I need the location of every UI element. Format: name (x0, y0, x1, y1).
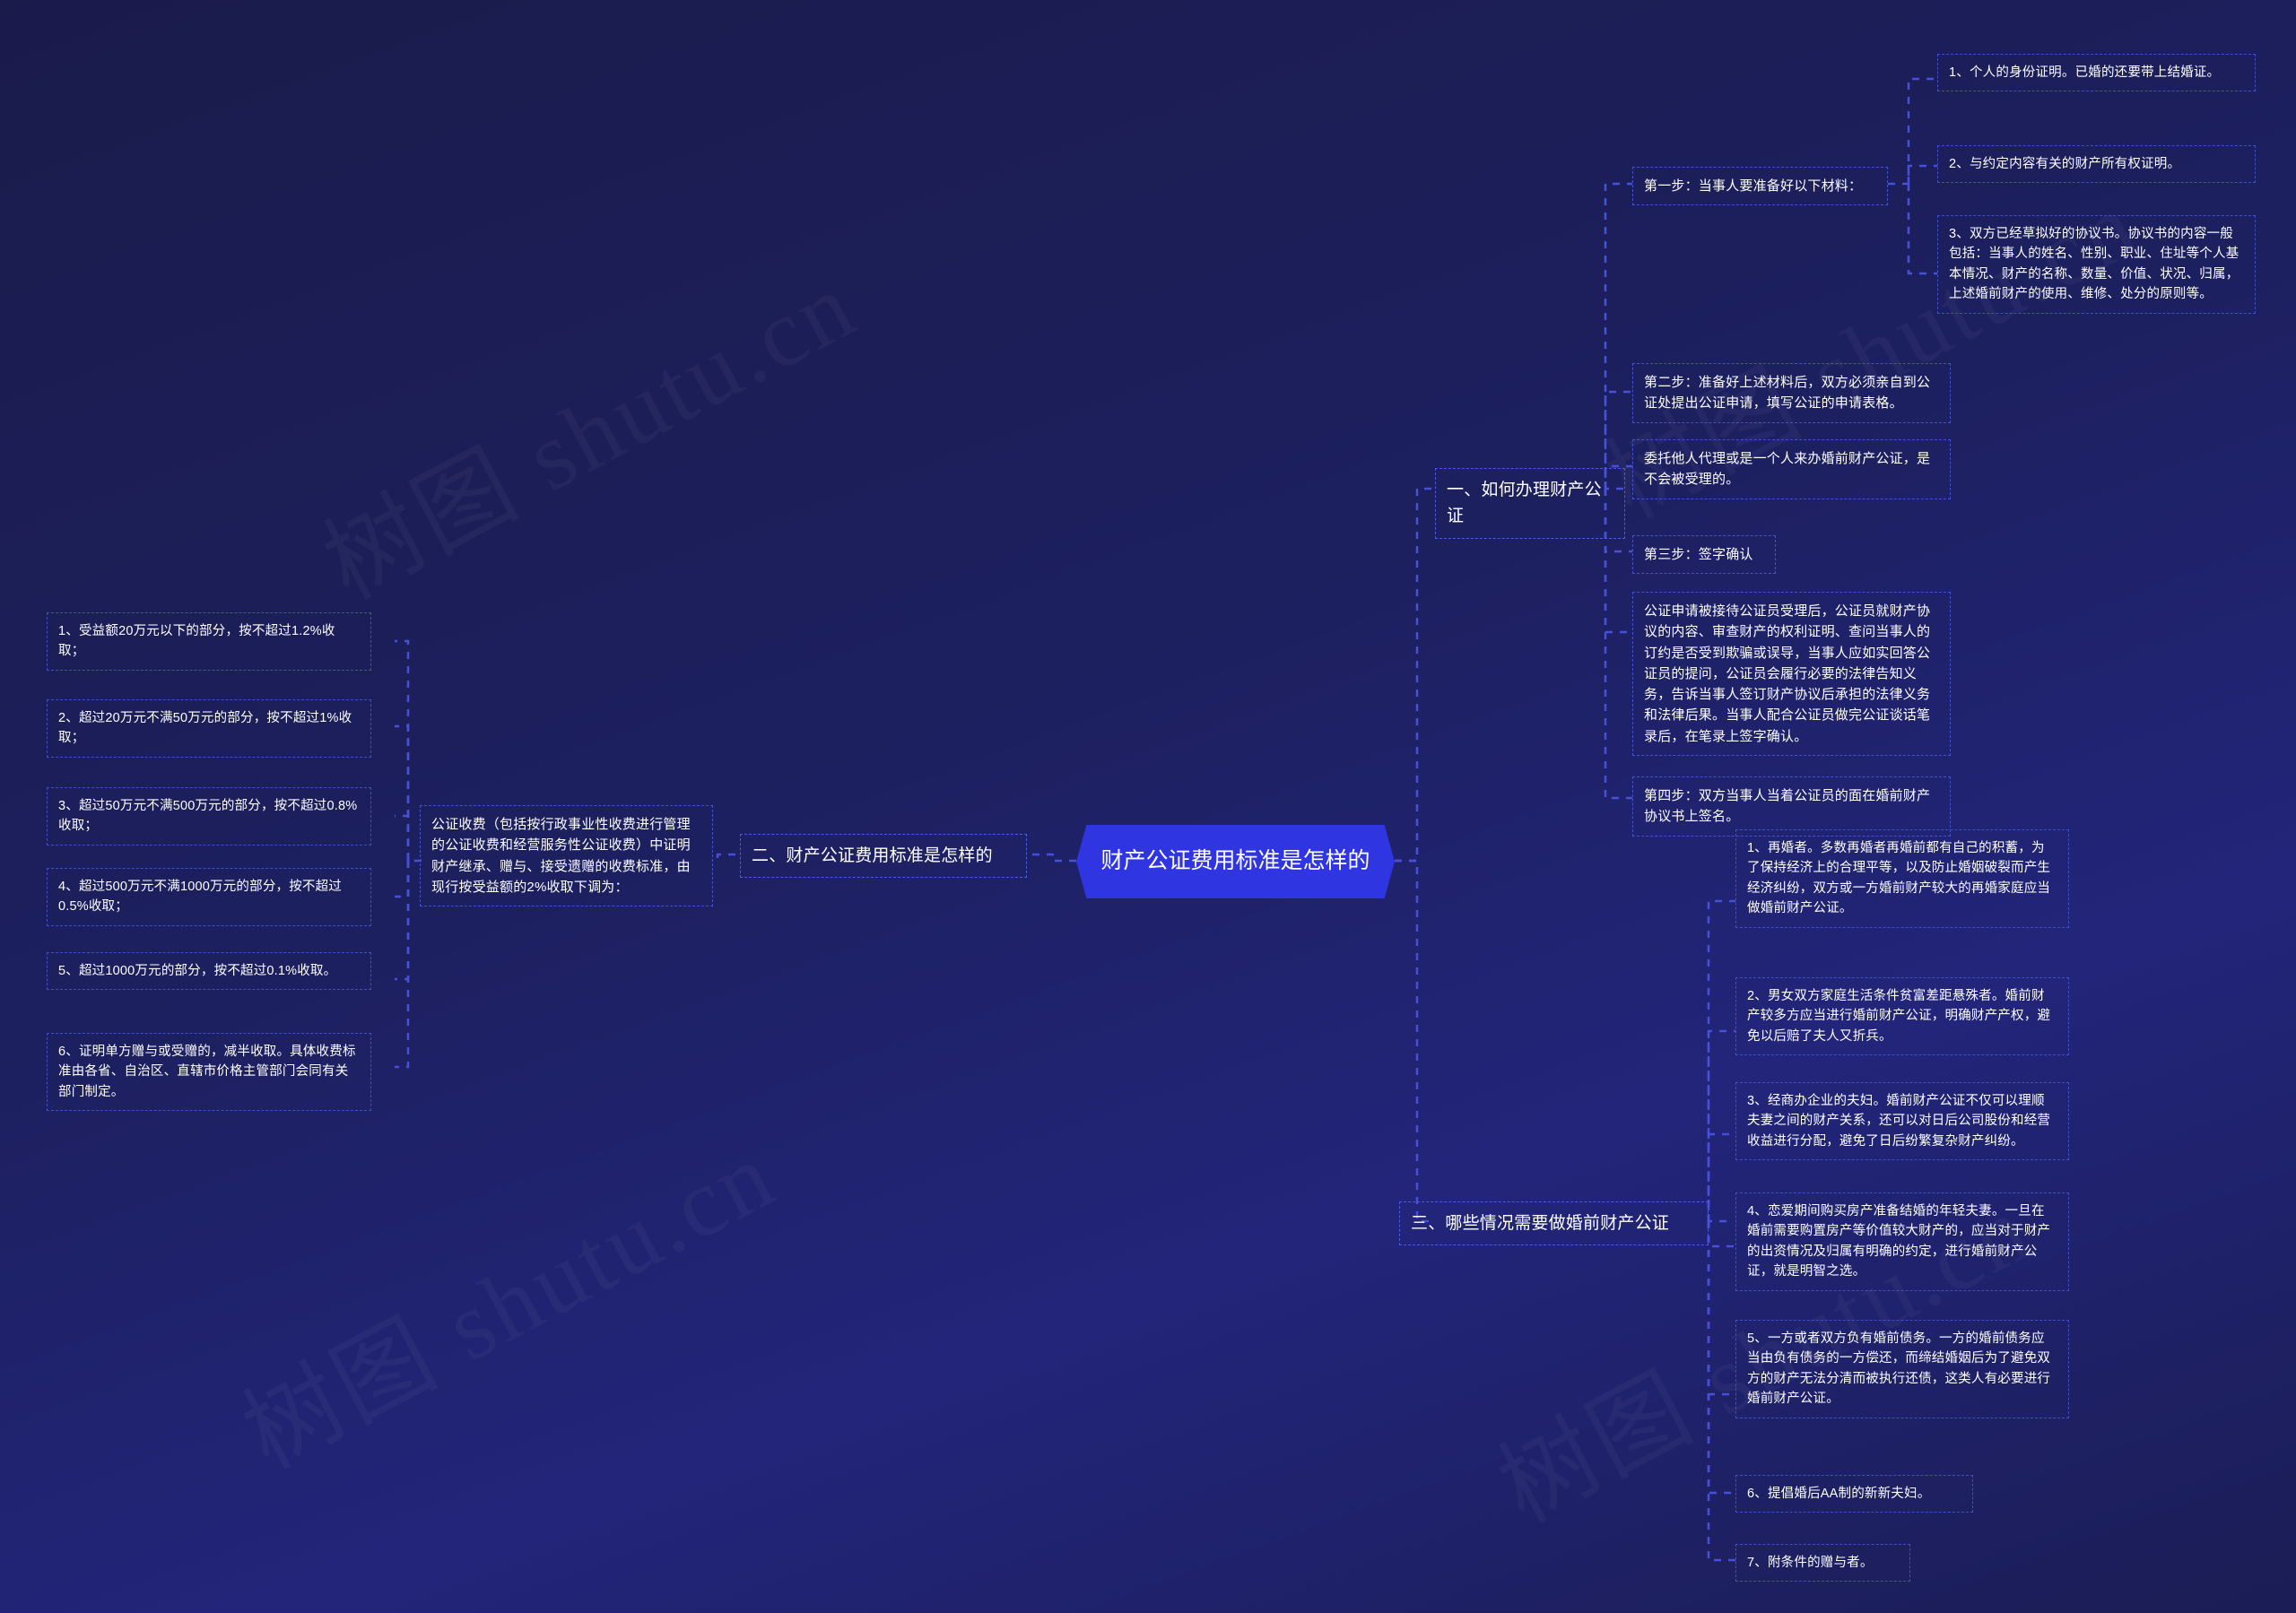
situation-item[interactable]: 6、提倡婚后AA制的新新夫妇。 (1735, 1475, 1973, 1513)
situation-item[interactable]: 7、附条件的赠与者。 (1735, 1544, 1910, 1583)
root-node[interactable]: 财产公证费用标准是怎样的 (1076, 825, 1395, 898)
situation-item[interactable]: 2、男女双方家庭生活条件贫富差距悬殊者。婚前财产较多方应当进行婚前财产公证，明确… (1735, 977, 2069, 1056)
step-node-1[interactable]: 第一步：当事人要准备好以下材料： (1632, 167, 1888, 206)
step-node-3[interactable]: 第三步：签字确认 (1632, 535, 1776, 575)
branch-node-2[interactable]: 二、财产公证费用标准是怎样的 (740, 834, 1027, 879)
fee-tier-item[interactable]: 2、超过20万元不满50万元的部分，按不超过1%收取； (47, 699, 371, 758)
material-item[interactable]: 2、与约定内容有关的财产所有权证明。 (1937, 145, 2256, 184)
fee-tier-item[interactable]: 1、受益额20万元以下的部分，按不超过1.2%收取； (47, 612, 371, 671)
fee-tier-item[interactable]: 3、超过50万元不满500万元的部分，按不超过0.8%收取； (47, 787, 371, 846)
watermark: 树图 shutu.cn (215, 1098, 796, 1496)
fee-intro-node[interactable]: 公证收费（包括按行政事业性收费进行管理的公证收费和经营服务性公证收费）中证明财产… (420, 805, 713, 906)
agent-note-node[interactable]: 委托他人代理或是一个人来办婚前财产公证，是不会被受理的。 (1632, 439, 1951, 499)
situation-item[interactable]: 5、一方或者双方负有婚前债务。一方的婚前债务应当由负有债务的一方偿还，而缔结婚姻… (1735, 1320, 2069, 1418)
branch-node-3[interactable]: 三、哪些情况需要做婚前财产公证 (1399, 1201, 1709, 1246)
material-item[interactable]: 1、个人的身份证明。已婚的还要带上结婚证。 (1937, 54, 2256, 92)
situation-item[interactable]: 4、恋爱期间购买房产准备结婚的年轻夫妻。一旦在婚前需要购置房产等价值较大财产的，… (1735, 1192, 2069, 1291)
situation-item[interactable]: 3、经商办企业的夫妇。婚前财产公证不仅可以理顺夫妻之间的财产关系，还可以对日后公… (1735, 1082, 2069, 1161)
fee-tier-item[interactable]: 6、证明单方赠与或受赠的，减半收取。具体收费标准由各省、自治区、直辖市价格主管部… (47, 1033, 371, 1112)
step-node-4[interactable]: 第四步：双方当事人当着公证员的面在婚前财产协议书上签名。 (1632, 776, 1951, 837)
mindmap-canvas: 树图 shutu.cn 树图 shutu.cn 树图 shutu.cn 树图 s… (0, 0, 2296, 1613)
step-node-2[interactable]: 第二步：准备好上述材料后，双方必须亲自到公证处提出公证申请，填写公证的申请表格。 (1632, 363, 1951, 423)
fee-tier-item[interactable]: 4、超过500万元不满1000万元的部分，按不超过0.5%收取； (47, 868, 371, 926)
branch-node-1[interactable]: 一、如何办理财产公证 (1435, 468, 1625, 539)
watermark: 树图 shutu.cn (296, 229, 876, 626)
situation-item[interactable]: 1、再婚者。多数再婚者再婚前都有自己的积蓄，为了保持经济上的合理平等，以及防止婚… (1735, 829, 2069, 928)
material-item[interactable]: 3、双方已经草拟好的协议书。协议书的内容一般包括：当事人的姓名、性别、职业、住址… (1937, 215, 2256, 314)
notary-process-node[interactable]: 公证申请被接待公证员受理后，公证员就财产协议的内容、审查财产的权利证明、查问当事… (1632, 592, 1951, 756)
fee-tier-item[interactable]: 5、超过1000万元的部分，按不超过0.1%收取。 (47, 952, 371, 991)
